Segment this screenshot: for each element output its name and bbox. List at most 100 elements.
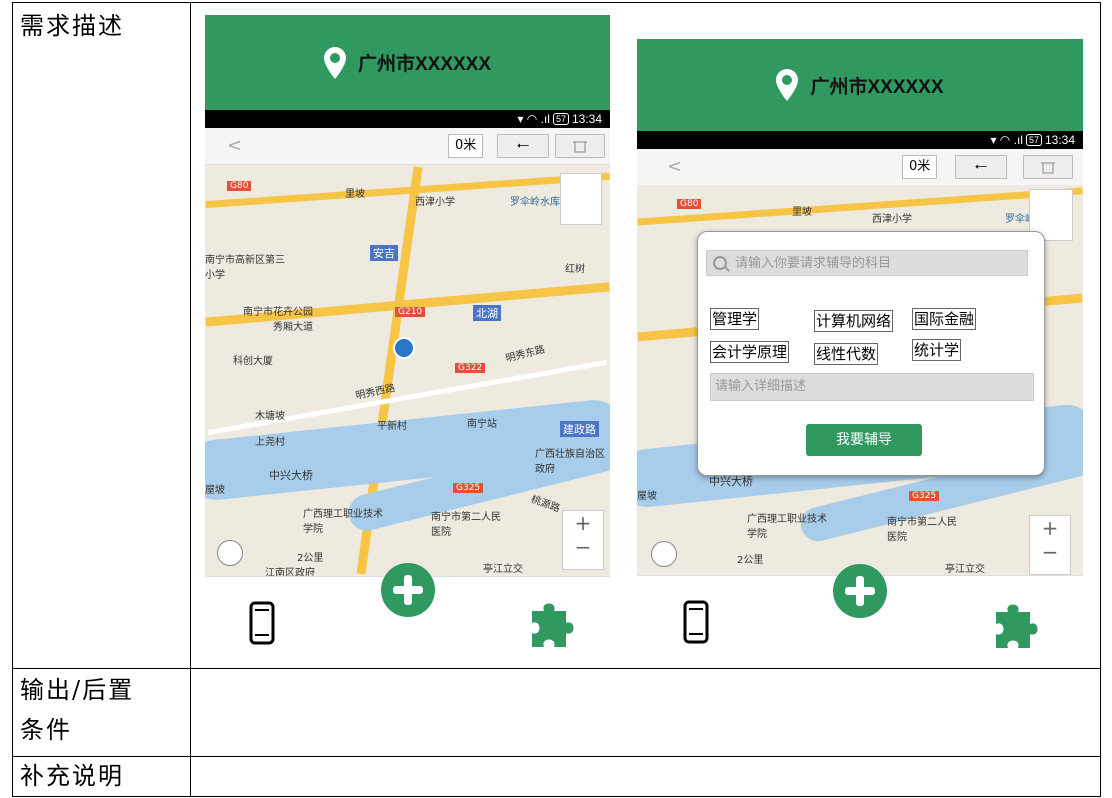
puzzle-piece-icon[interactable] xyxy=(994,600,1042,650)
map-label: 南宁市第二人民医院 xyxy=(431,512,501,538)
zoom-control[interactable]: + − xyxy=(562,510,604,570)
map-label: 中兴大桥 xyxy=(269,469,313,482)
map-label: 南宁市高新区第三小学 xyxy=(205,255,285,281)
add-button[interactable] xyxy=(381,563,435,617)
trash-icon xyxy=(573,141,587,153)
map-label: 上尧村 xyxy=(255,437,285,448)
status-bar: ▾ ◠ .ıl 57 13:34 xyxy=(205,110,610,128)
locate-button[interactable] xyxy=(217,540,243,566)
subject-chip[interactable]: 会计学原理 xyxy=(710,341,790,363)
map-label: 红树 xyxy=(565,264,585,275)
status-time: 13:34 xyxy=(1044,133,1075,147)
zoom-control[interactable]: + − xyxy=(1029,515,1071,575)
map-label: 科创大厦 xyxy=(233,356,273,367)
locate-button[interactable] xyxy=(651,541,677,567)
zoom-out-button[interactable]: − xyxy=(563,535,603,559)
app-header: 广州市XXXXXX xyxy=(637,39,1083,131)
table-cell-content-2 xyxy=(190,668,1101,757)
subject-chip[interactable]: 国际金融 xyxy=(912,308,977,330)
search-icon xyxy=(713,256,727,270)
map-label: 木塘坡 xyxy=(255,411,285,422)
traffic-toggle[interactable] xyxy=(560,173,602,225)
status-bar: ▾ ◠ .ıl 57 13:34 xyxy=(637,131,1083,149)
table-cell-content-3 xyxy=(190,756,1101,797)
add-button[interactable] xyxy=(833,564,887,618)
back-chevron-icon[interactable]: < xyxy=(667,156,682,177)
status-time: 13:34 xyxy=(571,112,602,126)
zoom-in-button[interactable]: + xyxy=(1030,516,1070,540)
location-dot xyxy=(393,337,415,359)
trash-button[interactable] xyxy=(1023,155,1073,179)
map-label: 南宁市第二人民医院 xyxy=(887,517,957,543)
map-scale: 2公里 xyxy=(297,553,324,564)
row-label-output-line1: 输出/后置 xyxy=(20,676,135,704)
distance-readout: 0米 xyxy=(448,134,484,158)
map-pin-icon xyxy=(323,46,346,79)
signal-icon: ▾ ◠ .ıl xyxy=(990,133,1023,147)
city-label: 广州市XXXXXX xyxy=(810,76,944,98)
trash-button[interactable] xyxy=(555,134,605,158)
puzzle-piece-icon[interactable] xyxy=(530,599,578,649)
place-badge: 建政路 xyxy=(560,421,599,437)
detail-description-input[interactable]: 请输入详细描述 xyxy=(710,373,1034,401)
map-label: 西津小学 xyxy=(415,197,455,208)
subject-chip[interactable]: 统计学 xyxy=(912,339,962,361)
undo-arrow-button[interactable]: 🠀 xyxy=(955,155,1007,179)
map-label: 西津小学 xyxy=(872,214,912,225)
map-label: 广西理工职业技术学院 xyxy=(303,509,383,535)
subject-chip[interactable]: 管理学 xyxy=(710,308,760,330)
back-chevron-icon[interactable]: < xyxy=(227,135,242,156)
mobile-phone-icon[interactable] xyxy=(249,601,275,645)
map-label: 秀厢大道 xyxy=(273,322,313,333)
battery-icon: 57 xyxy=(552,113,569,125)
app-header: 广州市XXXXXX xyxy=(205,15,610,110)
row-label-notes: 补充说明 xyxy=(20,762,124,790)
subject-search-input[interactable]: 请输入你要请求辅导的科目 xyxy=(706,250,1028,276)
row-label-description: 需求描述 xyxy=(20,12,124,40)
city-label: 广州市XXXXXX xyxy=(357,54,492,75)
map-pin-icon xyxy=(776,69,799,101)
highway-badge: G325 xyxy=(453,483,484,493)
map-view[interactable]: G80 G210 G322 G325 安吉 北湖 建政路 里坡 西津小学 罗伞岭… xyxy=(205,165,610,576)
map-label: 屋坡 xyxy=(637,491,657,502)
map-label: 里坡 xyxy=(345,189,365,200)
signal-icon: ▾ ◠ .ıl xyxy=(517,112,550,126)
mobile-phone-icon[interactable] xyxy=(683,600,709,644)
map-label: 屋坡 xyxy=(205,485,225,496)
map-label: 江南区政府 xyxy=(265,568,315,576)
subject-chip[interactable]: 计算机网络 xyxy=(814,310,894,332)
subject-search-placeholder: 请输入你要请求辅导的科目 xyxy=(735,256,892,271)
trash-icon xyxy=(1041,162,1055,174)
map-toolbar: < 0米 🠀 xyxy=(637,149,1083,186)
map-label: 亭江立交 xyxy=(945,564,985,575)
plus-circle-icon-stroke xyxy=(856,576,864,606)
place-badge: 安吉 xyxy=(370,245,398,261)
map-label: 罗伞岭水库 xyxy=(510,197,560,208)
phone-mockup-request: 广州市XXXXXX ▾ ◠ .ıl 57 13:34 < 0米 🠀 G80 G3… xyxy=(637,39,1083,657)
map-toolbar: < 0米 🠀 xyxy=(205,128,610,165)
request-tutoring-button[interactable]: 我要辅导 xyxy=(806,424,922,456)
map-label: 亭江立交 xyxy=(483,564,523,575)
zoom-out-button[interactable]: − xyxy=(1030,540,1070,564)
map-label: 里坡 xyxy=(792,207,812,218)
map-label: 明秀东路 xyxy=(504,344,547,365)
map-label: 南宁市花卉公园 xyxy=(243,307,313,318)
row-label-output-line2: 条件 xyxy=(20,716,72,744)
map-label: 平新村 xyxy=(377,421,407,432)
map-scale: 2公里 xyxy=(737,555,764,566)
map-label: 桃源路 xyxy=(529,494,562,515)
subject-chip[interactable]: 线性代数 xyxy=(814,343,879,365)
table-cell-label-1 xyxy=(12,2,191,669)
map-label: 广西壮族自治区政府 xyxy=(535,449,605,475)
tutoring-request-dialog: 请输入你要请求辅导的科目 管理学 计算机网络 国际金融 会计学原理 线性代数 统… xyxy=(697,231,1045,476)
undo-arrow-button[interactable]: 🠀 xyxy=(497,134,549,158)
highway-badge: G210 xyxy=(395,307,426,317)
highway-badge: G80 xyxy=(677,199,702,209)
battery-icon: 57 xyxy=(1025,134,1042,146)
highway-badge: G325 xyxy=(909,491,940,501)
zoom-in-button[interactable]: + xyxy=(563,511,603,535)
phone-mockup-map: 广州市XXXXXX ▾ ◠ .ıl 57 13:34 < 0米 🠀 G80 G2… xyxy=(205,15,610,657)
distance-readout: 0米 xyxy=(902,155,938,179)
place-badge: 北湖 xyxy=(473,305,501,321)
highway-badge: G80 xyxy=(227,181,252,191)
